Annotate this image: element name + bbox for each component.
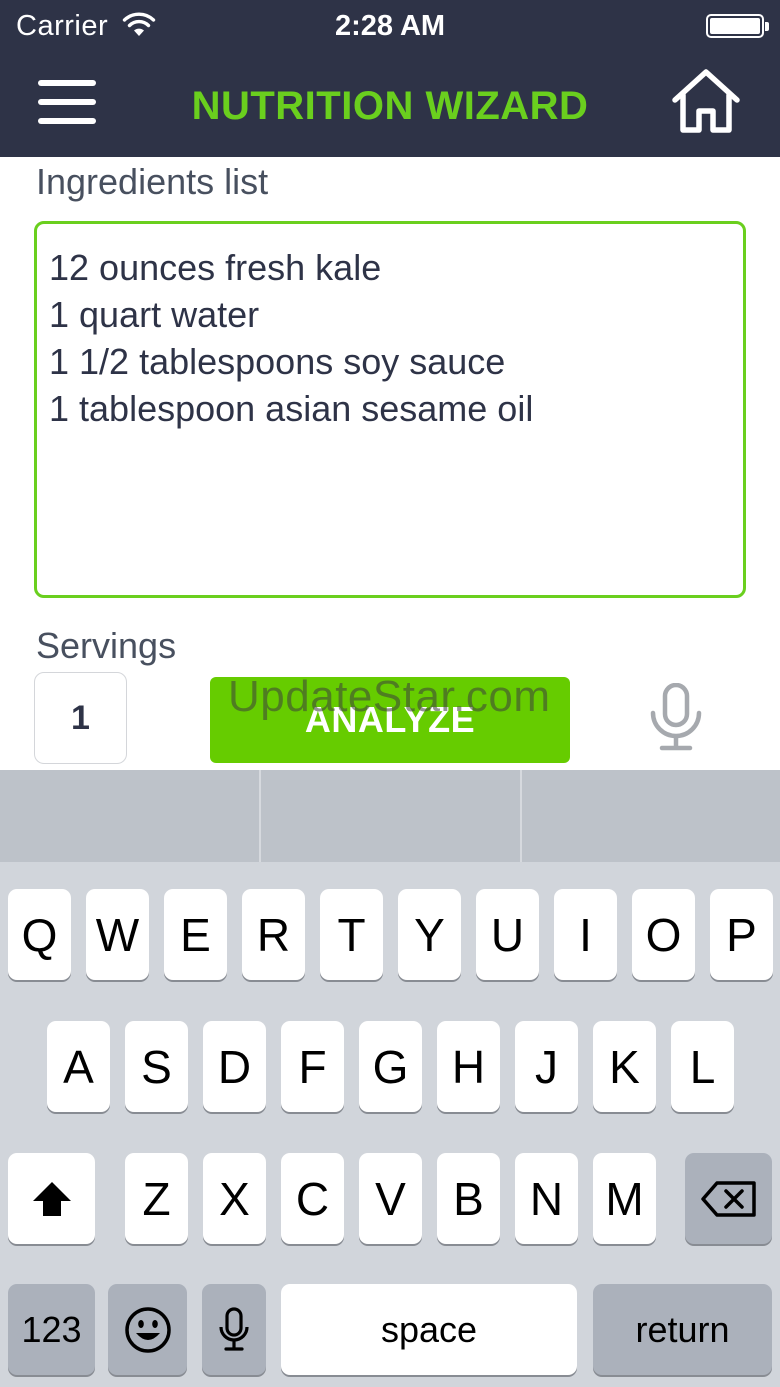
app-title: NUTRITION WIZARD xyxy=(191,84,589,128)
key-c[interactable]: C xyxy=(281,1153,344,1244)
key-a[interactable]: A xyxy=(47,1021,110,1112)
navigation-bar: Carrier 2:28 AM NUTRITION WIZARD xyxy=(0,0,780,157)
key-i[interactable]: I xyxy=(554,889,617,980)
key-m[interactable]: M xyxy=(593,1153,656,1244)
key-h[interactable]: H xyxy=(437,1021,500,1112)
backspace-icon xyxy=(700,1180,756,1217)
key-s[interactable]: S xyxy=(125,1021,188,1112)
dictation-key[interactable] xyxy=(202,1284,266,1375)
suggestion-slot[interactable] xyxy=(261,770,520,862)
status-time: 2:28 AM xyxy=(334,10,446,42)
space-key[interactable]: space xyxy=(281,1284,577,1375)
suggestion-slot[interactable] xyxy=(0,770,259,862)
suggestion-bar xyxy=(0,770,780,862)
key-q[interactable]: Q xyxy=(8,889,71,980)
status-bar: Carrier 2:28 AM xyxy=(0,0,780,54)
suggestion-slot[interactable] xyxy=(522,770,780,862)
home-icon[interactable] xyxy=(670,67,742,135)
emoji-key[interactable] xyxy=(108,1284,187,1375)
ingredients-textarea[interactable]: 12 ounces fresh kale 1 quart water 1 1/2… xyxy=(34,221,746,598)
on-screen-keyboard: Q W E R T Y U I O P A S D F G H J K L Z … xyxy=(0,770,780,1387)
microphone-icon[interactable] xyxy=(648,683,704,753)
shift-key[interactable] xyxy=(8,1153,95,1244)
analyze-button[interactable]: ANALYZE xyxy=(210,677,570,763)
key-p[interactable]: P xyxy=(710,889,773,980)
key-r[interactable]: R xyxy=(242,889,305,980)
key-n[interactable]: N xyxy=(515,1153,578,1244)
numbers-key[interactable]: 123 xyxy=(8,1284,95,1375)
key-d[interactable]: D xyxy=(203,1021,266,1112)
key-j[interactable]: J xyxy=(515,1021,578,1112)
key-z[interactable]: Z xyxy=(125,1153,188,1244)
key-e[interactable]: E xyxy=(164,889,227,980)
ingredient-line: 12 ounces fresh kale xyxy=(49,247,382,288)
ingredient-line: 1 tablespoon asian sesame oil xyxy=(49,388,534,429)
key-b[interactable]: B xyxy=(437,1153,500,1244)
key-w[interactable]: W xyxy=(86,889,149,980)
shift-icon xyxy=(32,1181,71,1216)
return-key[interactable]: return xyxy=(593,1284,772,1375)
servings-input[interactable]: 1 xyxy=(34,672,127,764)
key-u[interactable]: U xyxy=(476,889,539,980)
emoji-icon xyxy=(124,1306,171,1353)
key-k[interactable]: K xyxy=(593,1021,656,1112)
microphone-icon xyxy=(219,1306,249,1351)
ingredient-line: 1 1/2 tablespoons soy sauce xyxy=(49,341,506,382)
backspace-key[interactable] xyxy=(685,1153,772,1244)
servings-label: Servings xyxy=(36,625,177,666)
key-o[interactable]: O xyxy=(632,889,695,980)
key-l[interactable]: L xyxy=(671,1021,734,1112)
key-v[interactable]: V xyxy=(359,1153,422,1244)
ingredient-line: 1 quart water xyxy=(49,294,260,335)
key-t[interactable]: T xyxy=(320,889,383,980)
key-x[interactable]: X xyxy=(203,1153,266,1244)
battery-icon xyxy=(706,14,769,38)
key-g[interactable]: G xyxy=(359,1021,422,1112)
key-y[interactable]: Y xyxy=(398,889,461,980)
ingredients-label: Ingredients list xyxy=(36,161,269,202)
key-f[interactable]: F xyxy=(281,1021,344,1112)
